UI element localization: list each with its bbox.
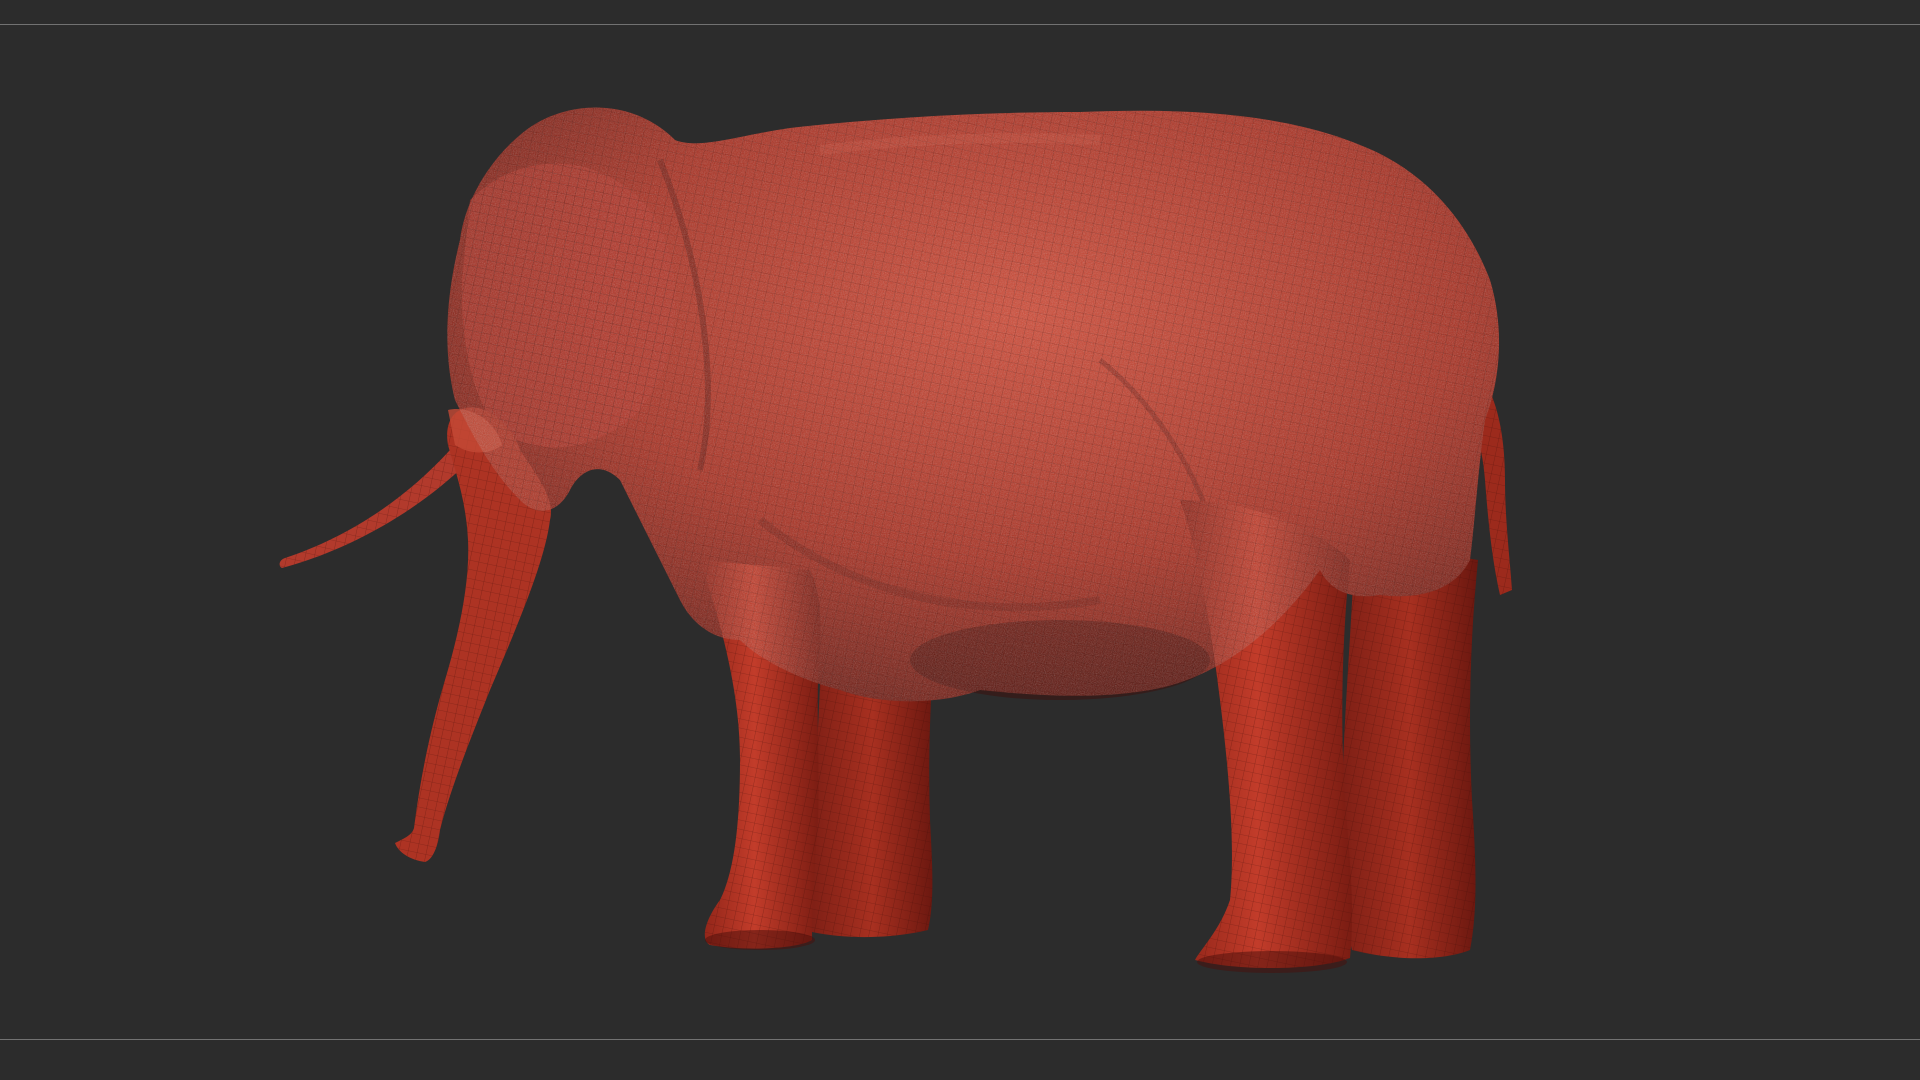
far-hind-leg [1341,540,1478,959]
elephant-model[interactable] [0,0,1920,1080]
3d-viewport[interactable] [0,0,1920,1080]
tusk [279,450,470,568]
